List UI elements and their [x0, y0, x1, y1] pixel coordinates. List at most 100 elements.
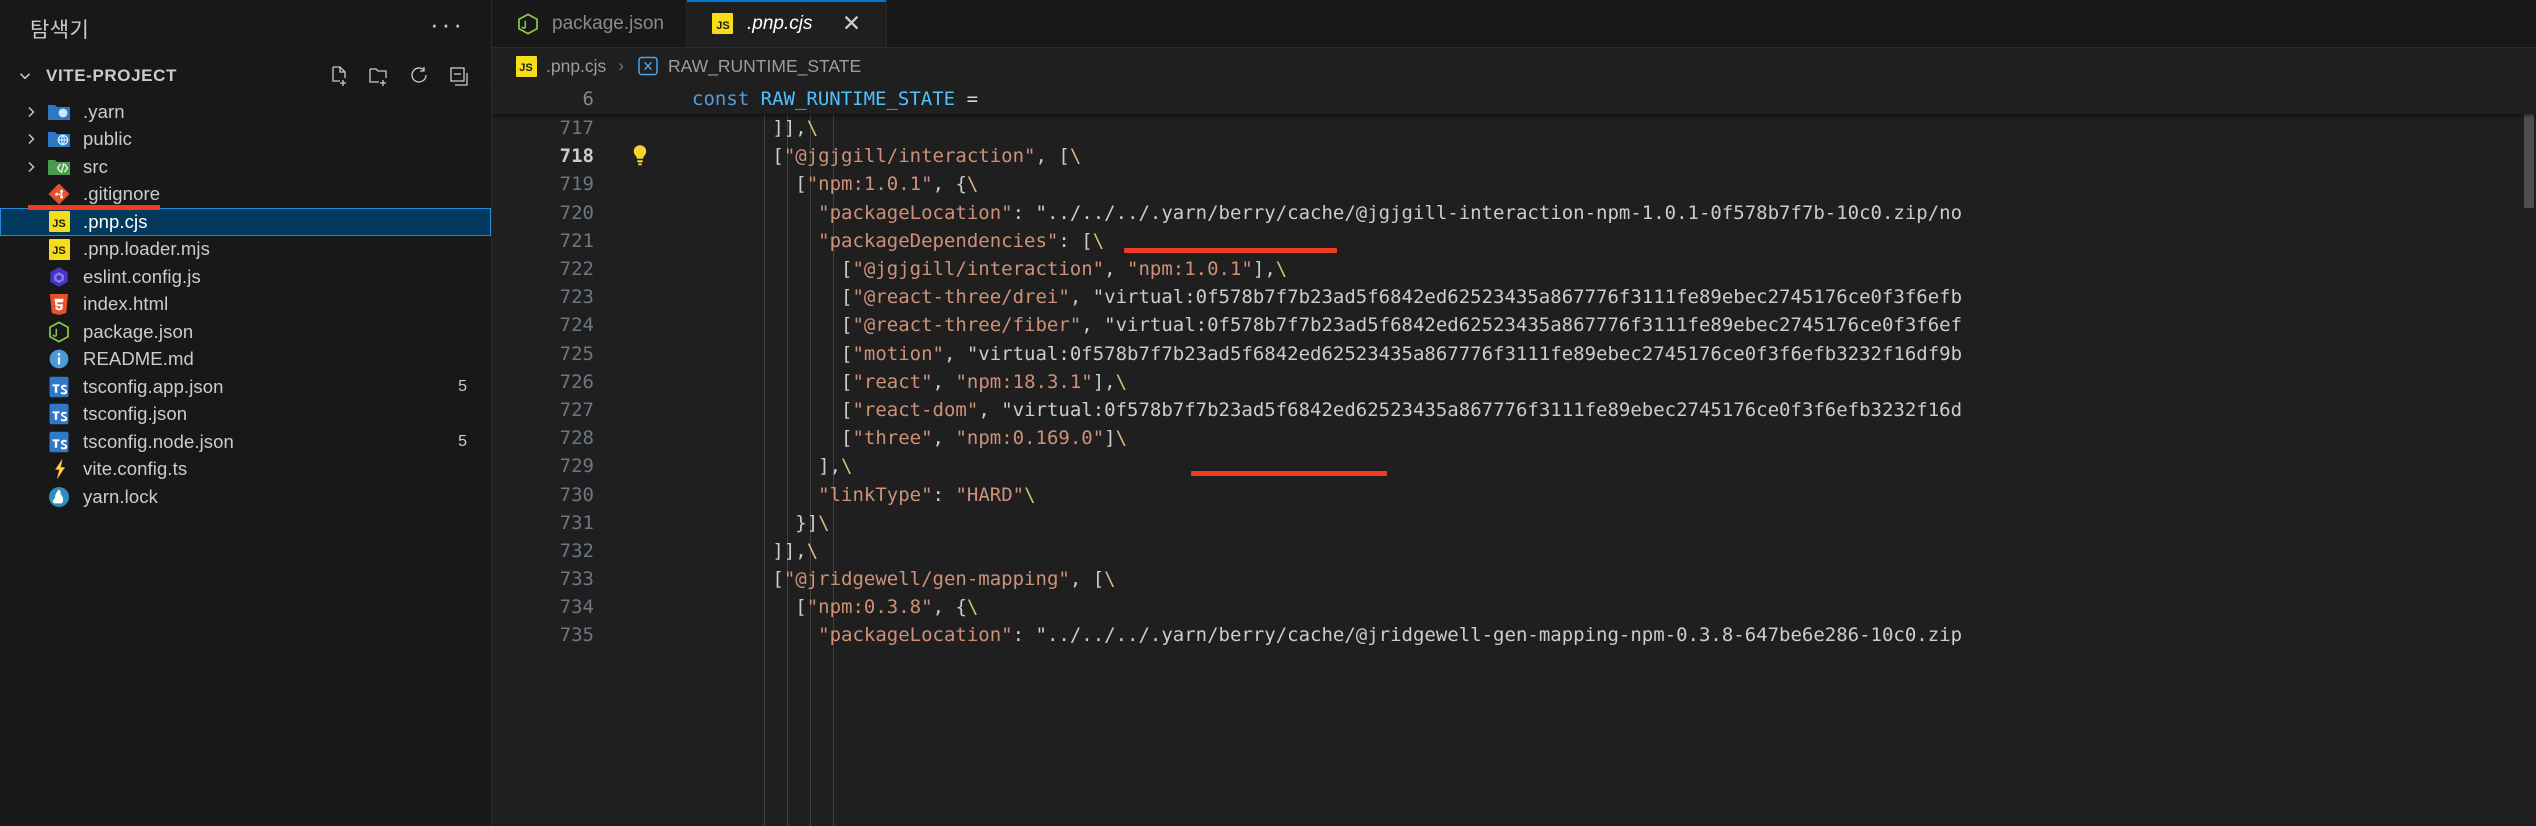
sticky-scroll-line[interactable]: 6 const RAW_RUNTIME_STATE = — [492, 84, 2536, 114]
code-token: , [ — [1069, 568, 1105, 591]
code-line[interactable]: 721 "packageDependencies": [\ — [492, 227, 2536, 255]
code-line[interactable]: 735 "packageLocation": "../../../.yarn/b… — [492, 621, 2536, 649]
chevron-right-icon[interactable] — [18, 131, 44, 147]
line-number: 720 — [559, 201, 594, 224]
code-token: ], — [1252, 258, 1276, 281]
line-number: 734 — [559, 596, 594, 619]
editor-scrollbar[interactable] — [2522, 48, 2536, 826]
code-token: ]], — [658, 117, 807, 140]
code-line[interactable]: 734 ["npm:0.3.8", {\ — [492, 593, 2536, 621]
tree-item-public[interactable]: public — [0, 126, 491, 154]
tree-item-label: tsconfig.json — [83, 403, 188, 425]
code-editor-viewport[interactable]: 717 ]],\ 718 ["@jgjgill/interaction", [\ 7… — [492, 114, 2536, 826]
code-line[interactable]: 732 ]],\ — [492, 537, 2536, 565]
js-icon: JS — [514, 54, 538, 78]
code-text: }]\ — [658, 512, 829, 534]
collapse-all-icon[interactable] — [447, 64, 471, 88]
code-token: \ — [1092, 229, 1105, 252]
tree-item-gitignore[interactable]: .gitignore — [0, 181, 491, 209]
code-token: \ — [966, 596, 979, 619]
code-token: ]], — [658, 539, 807, 562]
code-token: , — [1104, 258, 1128, 281]
code-line[interactable]: 722 ["@jgjgill/interaction", "npm:1.0.1"… — [492, 255, 2536, 283]
code-token: : — [932, 483, 956, 506]
chevron-down-icon[interactable] — [12, 63, 38, 89]
tree-item-index-html[interactable]: index.html — [0, 291, 491, 319]
html-icon — [47, 292, 71, 316]
tree-item-src[interactable]: src — [0, 153, 491, 181]
code-token: "@jgjgill/interaction" — [852, 258, 1105, 281]
line-number: 729 — [559, 455, 594, 478]
code-text: ["npm:1.0.1", {\ — [658, 173, 978, 195]
editor-tab-pnp-cjs[interactable]: JS .pnp.cjs ✕ — [686, 0, 888, 47]
new-folder-icon[interactable] — [367, 64, 391, 88]
tree-item-yarn[interactable]: .yarn — [0, 98, 491, 126]
tree-item-yarn-lock[interactable]: yarn.lock — [0, 483, 491, 511]
variable-icon — [636, 54, 660, 78]
code-line[interactable]: 728 ["three", "npm:0.169.0"]\ — [492, 424, 2536, 452]
refresh-icon[interactable] — [407, 64, 431, 88]
breadcrumb-item-raw-runtime-state[interactable]: RAW_RUNTIME_STATE — [636, 54, 861, 78]
line-number: 726 — [559, 370, 594, 393]
tree-item-label: eslint.config.js — [83, 265, 201, 287]
breadcrumb-item-pnp-cjs[interactable]: JS .pnp.cjs — [514, 54, 606, 78]
yarn-icon — [44, 486, 74, 508]
code-token: "npm:18.3.1" — [955, 370, 1093, 393]
code-token: "@react-three/drei" — [852, 286, 1070, 309]
code-line[interactable]: 717 ]],\ — [492, 114, 2536, 142]
explorer-more-actions-icon[interactable]: ··· — [430, 11, 465, 39]
breadcrumb-separator: › — [618, 56, 624, 75]
tree-item-tsconfig-app-json[interactable]: tsconfig.app.json 5 — [0, 373, 491, 401]
code-line[interactable]: 733 ["@jridgewell/gen-mapping", [\ — [492, 565, 2536, 593]
code-line[interactable]: 724 ["@react-three/fiber", "virtual:0f57… — [492, 311, 2536, 339]
code-line[interactable]: 725 ["motion", "virtual:0f578b7f7b23ad5f… — [492, 340, 2536, 368]
code-line[interactable]: 720 "packageLocation": "../../../.yarn/b… — [492, 199, 2536, 227]
tree-item-label: .gitignore — [83, 183, 161, 205]
chevron-right-icon[interactable] — [18, 104, 44, 120]
sticky-code-text: const RAW_RUNTIME_STATE = — [692, 88, 978, 110]
code-line[interactable]: 727 ["react-dom", "virtual:0f578b7f7b23a… — [492, 396, 2536, 424]
code-token: "three" — [852, 427, 933, 450]
chevron-right-icon[interactable] — [18, 159, 44, 175]
editor-tab-package-json[interactable]: package.json — [492, 0, 687, 47]
tree-item-tsconfig-node-json[interactable]: tsconfig.node.json 5 — [0, 428, 491, 456]
workspace-section-header[interactable]: VITE-PROJECT — [0, 58, 491, 94]
tree-item-pnp-loader-mjs[interactable]: JS .pnp.loader.mjs — [0, 236, 491, 264]
nodejs-icon — [516, 12, 540, 36]
code-line[interactable]: 729 ],\ — [492, 452, 2536, 480]
tree-item-eslint-config-js[interactable]: eslint.config.js — [0, 263, 491, 291]
public-folder-icon — [44, 128, 74, 150]
code-text: ],\ — [658, 455, 852, 477]
code-line[interactable]: 723 ["@react-three/drei", "virtual:0f578… — [492, 283, 2536, 311]
code-line[interactable]: 731 }]\ — [492, 509, 2536, 537]
code-line[interactable]: 730 "linkType": "HARD"\ — [492, 480, 2536, 508]
vite-icon — [47, 457, 71, 481]
tree-item-pnp-cjs[interactable]: JS .pnp.cjs — [0, 208, 491, 236]
js-icon: JS — [47, 237, 71, 261]
code-token: , [ — [1035, 145, 1070, 168]
code-line[interactable]: 726 ["react", "npm:18.3.1"],\ — [492, 368, 2536, 396]
tree-item-tsconfig-json[interactable]: tsconfig.json — [0, 401, 491, 429]
tree-item-vite-config-ts[interactable]: vite.config.ts — [0, 456, 491, 484]
sticky-token — [749, 88, 760, 110]
nodejs-icon — [516, 12, 540, 36]
code-token: , — [932, 427, 956, 450]
code-token: [ — [658, 596, 807, 619]
line-number: 728 — [559, 427, 594, 450]
tree-item-package-json[interactable]: package.json — [0, 318, 491, 346]
close-icon[interactable]: ✕ — [838, 11, 864, 37]
editor-tab-bar: package.json JS .pnp.cjs ✕ — [492, 0, 2536, 48]
code-line[interactable]: 718 ["@jgjgill/interaction", [\ — [492, 142, 2536, 171]
js-icon: JS — [44, 211, 74, 233]
git-icon — [44, 183, 74, 205]
new-file-icon[interactable] — [327, 64, 351, 88]
line-number: 718 — [559, 145, 594, 168]
tree-item-readme-md[interactable]: README.md — [0, 346, 491, 374]
tsconfig-icon — [47, 402, 71, 426]
explorer-title-row: 탐색기 ··· — [0, 0, 491, 58]
tree-item-label: index.html — [83, 293, 169, 315]
code-text: ["@jgjgill/interaction", "npm:1.0.1"],\ — [658, 258, 1287, 280]
html-icon — [44, 292, 74, 316]
lightbulb-icon[interactable] — [622, 144, 658, 168]
code-line[interactable]: 719 ["npm:1.0.1", {\ — [492, 170, 2536, 198]
